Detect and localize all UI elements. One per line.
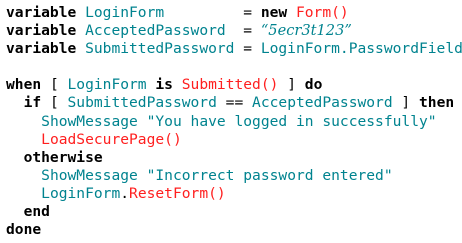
- code-function-call: Form(): [295, 4, 349, 21]
- code-keyword: end: [23, 203, 50, 221]
- code-keyword: do: [304, 76, 323, 94]
- code-text: =: [225, 22, 261, 40]
- code-identifier: ShowMessage: [41, 166, 138, 184]
- code-string: “5ecr3t123”: [260, 22, 352, 40]
- code-text: [: [41, 76, 68, 94]
- code-keyword: new: [260, 4, 288, 21]
- code-line: LoginForm.ResetForm(): [6, 185, 462, 203]
- code-identifier: AcceptedPassword: [252, 94, 393, 112]
- code-text: ]: [278, 76, 305, 94]
- code-text: ]: [392, 94, 419, 112]
- code-keyword: variable: [6, 4, 77, 21]
- code-line: ShowMessage "Incorrect password entered": [6, 167, 462, 185]
- code-identifier: LoginForm.PasswordField: [260, 40, 462, 58]
- code-function-call: ResetForm(): [129, 184, 226, 202]
- code-line: variable LoginForm = new Form(): [6, 4, 462, 22]
- code-identifier: ShowMessage: [41, 112, 138, 130]
- code-identifier: LoginForm: [67, 76, 147, 94]
- code-panel: variable LoginForm = new Form() variable …: [0, 0, 462, 243]
- code-keyword: when: [6, 76, 42, 94]
- code-text: ==: [216, 94, 253, 112]
- code-line: variable SubmittedPassword = LoginForm.P…: [6, 40, 462, 58]
- code-identifier: AcceptedPassword: [85, 22, 226, 40]
- code-keyword: variable: [6, 40, 77, 58]
- code-keyword: then: [419, 94, 455, 112]
- code-line: variable AcceptedPassword = “5ecr3t123”: [6, 22, 462, 40]
- code-line: if [ SubmittedPassword == AcceptedPasswo…: [6, 94, 462, 112]
- code-text: =: [234, 40, 261, 58]
- code-function-call: Submitted(): [181, 76, 279, 94]
- code-string: "Incorrect password entered": [146, 166, 393, 184]
- code-line: LoadSecurePage(): [6, 131, 462, 149]
- code-identifier: LoginForm: [41, 184, 121, 202]
- code-keyword: if: [23, 94, 42, 112]
- code-identifier: SubmittedPassword: [67, 94, 217, 112]
- code-function-call: LoadSecurePage(): [41, 130, 182, 148]
- code-keyword: is: [155, 76, 173, 94]
- code-keyword: otherwise: [23, 148, 103, 166]
- code-line: end: [6, 203, 462, 221]
- code-line: when [ LoginForm is Submitted() ] do: [6, 76, 462, 94]
- code-line: ShowMessage "You have logged in successf…: [6, 113, 462, 131]
- code-text: =: [164, 4, 261, 21]
- code-line: otherwise: [6, 149, 462, 167]
- code-text: .: [120, 184, 130, 202]
- code-keyword: variable: [6, 22, 77, 40]
- code-identifier: LoginForm: [85, 4, 165, 21]
- code-string: "You have logged in successfully": [146, 112, 437, 130]
- code-identifier: SubmittedPassword: [85, 40, 235, 58]
- code-line: done: [6, 221, 462, 239]
- code-text: [: [41, 94, 68, 112]
- code-keyword: done: [6, 221, 42, 239]
